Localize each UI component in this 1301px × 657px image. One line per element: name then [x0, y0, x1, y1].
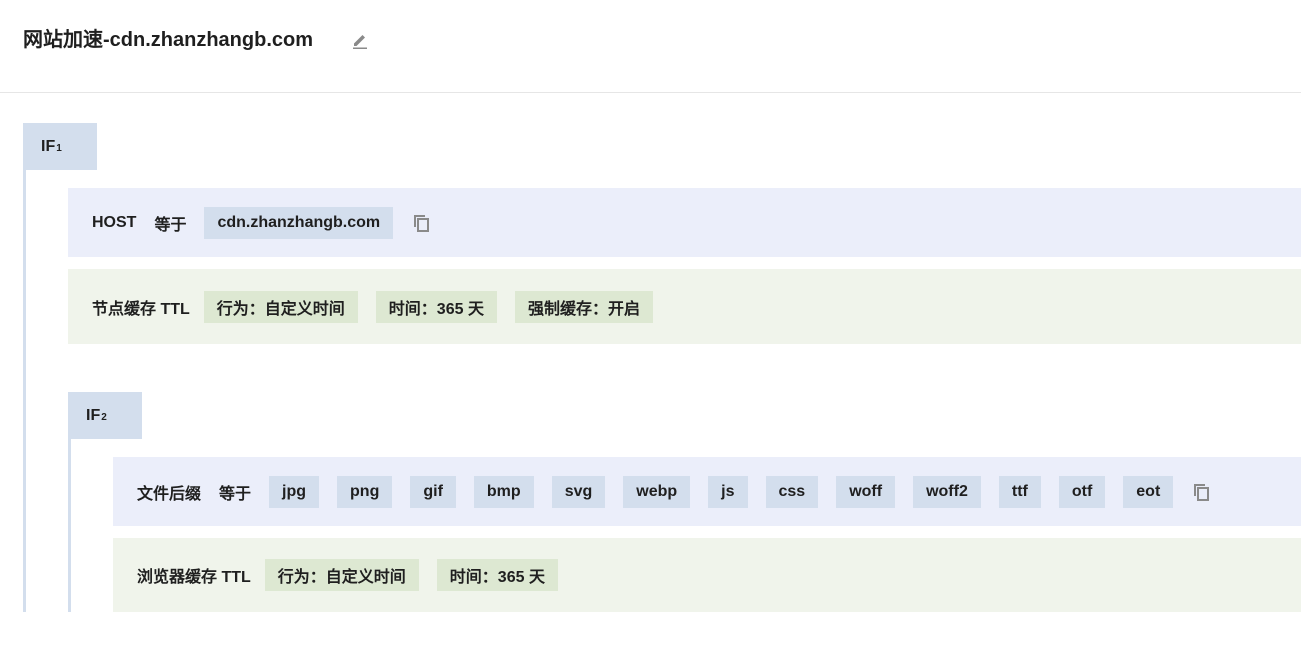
suffix-chip-otf: otf	[1058, 475, 1106, 508]
edit-icon[interactable]	[350, 30, 370, 50]
if1-label-text: IF	[41, 137, 56, 155]
condition-operator: 等于	[219, 485, 252, 503]
if1-label: IF 1	[23, 123, 97, 170]
condition-field: HOST	[92, 213, 137, 231]
action-param-chip: 强制缓存：开启	[514, 290, 653, 323]
suffix-chip-webp: webp	[623, 475, 691, 508]
action-param-chip: 时间：365 天	[436, 559, 558, 591]
suffix-chip-gif: gif	[410, 475, 456, 508]
if2-label: IF 2	[68, 392, 142, 439]
suffix-chip-woff: woff	[836, 475, 896, 508]
action-param-chip: 行为：自定义时间	[203, 290, 358, 323]
copy-icon[interactable]	[411, 213, 431, 233]
if2-index: 2	[101, 412, 107, 423]
action-param-chip: 行为：自定义时间	[264, 559, 419, 591]
suffix-chip-svg: svg	[551, 475, 606, 508]
page-header: 网站加速-cdn.zhanzhangb.com	[0, 0, 1301, 93]
condition-value-chip: cdn.zhanzhangb.com	[204, 206, 394, 239]
if2-condition-row: 文件后缀 等于 jpg png gif bmp svg webp js css …	[113, 457, 1301, 526]
suffix-chip-png: png	[337, 475, 393, 508]
if2-label-text: IF	[86, 406, 101, 424]
if1-branch-line	[23, 170, 26, 612]
if2-branch-line	[68, 439, 71, 612]
if1-action-row: 节点缓存 TTL 行为：自定义时间 时间：365 天 强制缓存：开启	[68, 269, 1301, 344]
suffix-chip-css: css	[765, 475, 819, 508]
suffix-chip-eot: eot	[1123, 475, 1174, 508]
if1-index: 1	[56, 143, 62, 154]
suffix-chip-jpg: jpg	[269, 475, 320, 508]
if1-condition-row: HOST 等于 cdn.zhanzhangb.com	[68, 188, 1301, 257]
action-name: 浏览器缓存 TTL	[137, 569, 251, 586]
copy-icon[interactable]	[1191, 482, 1211, 502]
page-title: 网站加速-cdn.zhanzhangb.com	[23, 29, 313, 51]
action-name: 节点缓存 TTL	[92, 300, 190, 318]
suffix-chip-bmp: bmp	[473, 475, 534, 508]
condition-operator: 等于	[154, 216, 187, 234]
if2-action-row: 浏览器缓存 TTL 行为：自定义时间 时间：365 天	[113, 538, 1301, 612]
action-param-chip: 时间：365 天	[375, 290, 497, 323]
suffix-chip-ttf: ttf	[998, 475, 1041, 508]
suffix-chip-js: js	[708, 475, 748, 508]
condition-field: 文件后缀	[137, 485, 202, 503]
suffix-chip-woff2: woff2	[913, 475, 981, 508]
